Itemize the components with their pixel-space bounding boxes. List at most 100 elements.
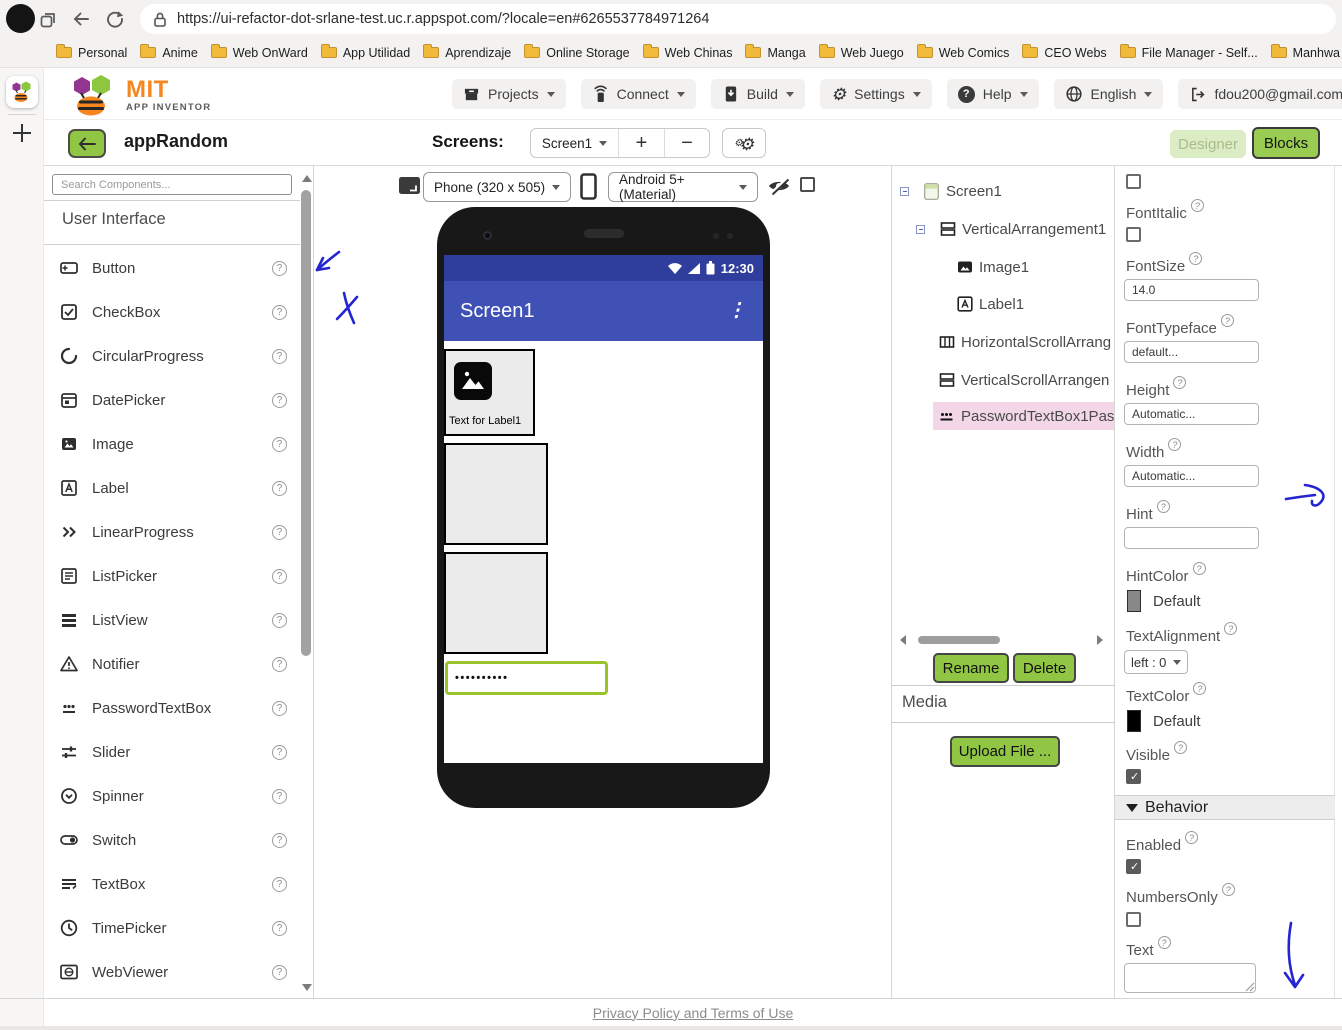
- tree-item-verticalarrangement1[interactable]: VerticalArrangement1: [892, 216, 1115, 242]
- textcolor-value[interactable]: Default: [1127, 710, 1201, 732]
- horizontal-scroll-arrangement-component[interactable]: [444, 443, 548, 545]
- palette-item-datepicker[interactable]: DatePicker ?: [44, 378, 300, 422]
- delete-button[interactable]: Delete: [1013, 653, 1076, 683]
- app-logo[interactable]: MIT APP INVENTOR: [68, 74, 211, 116]
- phone-size-select[interactable]: Phone (320 x 505): [423, 172, 571, 202]
- help-icon[interactable]: ?: [272, 305, 287, 320]
- remove-screen-button[interactable]: −: [664, 129, 709, 157]
- bookmark-folder[interactable]: CEO Webs: [1022, 46, 1106, 60]
- help-icon[interactable]: ?: [272, 701, 287, 716]
- language-menu[interactable]: English: [1054, 79, 1164, 109]
- bookmark-folder[interactable]: Personal: [56, 46, 127, 60]
- help-icon[interactable]: ?: [272, 569, 287, 584]
- help-icon[interactable]: ?: [1222, 883, 1235, 896]
- label-component[interactable]: Text for Label1: [449, 415, 521, 427]
- android-version-select[interactable]: Android 5+ (Material): [608, 172, 758, 202]
- fonttypeface-input[interactable]: [1124, 341, 1259, 363]
- account-menu[interactable]: fdou200@gmail.com: [1178, 79, 1342, 109]
- profile-avatar[interactable]: [6, 4, 35, 33]
- rename-button[interactable]: Rename: [933, 653, 1009, 683]
- help-icon[interactable]: ?: [272, 261, 287, 276]
- tree-item-label1[interactable]: Label1: [892, 291, 1115, 317]
- fontbold-checkbox[interactable]: [1126, 174, 1141, 189]
- visible-checkbox[interactable]: [1126, 769, 1141, 784]
- bookmark-folder[interactable]: Web Comics: [917, 46, 1010, 60]
- palette-item-webviewer[interactable]: WebViewer ?: [44, 950, 300, 994]
- palette-item-notifier[interactable]: Notifier ?: [44, 642, 300, 686]
- tab-groups-icon[interactable]: [38, 9, 58, 29]
- image-component[interactable]: [454, 362, 492, 400]
- components-scrollbar[interactable]: [892, 633, 1115, 647]
- textalignment-select[interactable]: left : 0: [1124, 650, 1188, 674]
- scroll-down-icon[interactable]: [302, 984, 312, 991]
- help-icon[interactable]: ?: [1224, 622, 1237, 635]
- help-icon[interactable]: ?: [1185, 831, 1198, 844]
- bookmark-folder[interactable]: Manga: [745, 46, 805, 60]
- help-icon[interactable]: ?: [1157, 500, 1170, 513]
- text-textarea[interactable]: [1124, 963, 1256, 993]
- help-icon[interactable]: ?: [1158, 936, 1171, 949]
- bookmark-folder[interactable]: Web Juego: [819, 46, 904, 60]
- palette-item-switch[interactable]: Switch ?: [44, 818, 300, 862]
- fontitalic-checkbox[interactable]: [1126, 227, 1141, 242]
- back-to-projects-button[interactable]: [68, 129, 106, 158]
- help-icon[interactable]: ?: [1173, 376, 1186, 389]
- back-icon[interactable]: [71, 9, 91, 29]
- tree-item-passwordtextbox1[interactable]: PasswordTextBox1Pass: [933, 402, 1115, 430]
- bookmark-folder[interactable]: App Utilidad: [321, 46, 410, 60]
- active-browser-tab[interactable]: [6, 76, 38, 108]
- behavior-section-header[interactable]: Behavior: [1115, 795, 1335, 820]
- vertical-arrangement-component[interactable]: Text for Label1: [444, 349, 535, 436]
- connect-menu[interactable]: Connect: [581, 79, 696, 109]
- help-icon[interactable]: ?: [272, 349, 287, 364]
- bookmark-folder[interactable]: Web Chinas: [643, 46, 733, 60]
- privacy-policy-link[interactable]: Privacy Policy and Terms of Use: [593, 1005, 793, 1021]
- help-icon[interactable]: ?: [272, 525, 287, 540]
- add-screen-button[interactable]: +: [619, 129, 664, 157]
- palette-item-linearprogress[interactable]: LinearProgress ?: [44, 510, 300, 554]
- bookmark-folder[interactable]: Aprendizaje: [423, 46, 511, 60]
- scroll-right-icon[interactable]: [1097, 635, 1103, 645]
- palette-scrollbar-thumb[interactable]: [301, 190, 311, 656]
- settings-menu[interactable]: Settings: [820, 79, 932, 109]
- help-icon[interactable]: ?: [272, 789, 287, 804]
- vertical-scroll-arrangement-component[interactable]: [444, 552, 548, 654]
- help-icon[interactable]: ?: [272, 657, 287, 672]
- tree-item-image1[interactable]: Image1: [892, 254, 1115, 280]
- help-icon[interactable]: ?: [272, 481, 287, 496]
- fontsize-input[interactable]: [1124, 279, 1259, 301]
- help-menu[interactable]: ? Help: [947, 79, 1039, 109]
- palette-item-spinner[interactable]: Spinner ?: [44, 774, 300, 818]
- help-icon[interactable]: ?: [272, 965, 287, 980]
- help-icon[interactable]: ?: [272, 745, 287, 760]
- palette-item-textbox[interactable]: TextBox ?: [44, 862, 300, 906]
- collapse-icon[interactable]: [916, 225, 925, 234]
- palette-item-label[interactable]: Label ?: [44, 466, 300, 510]
- bookmark-folder[interactable]: Online Storage: [524, 46, 629, 60]
- palette-item-listview[interactable]: ListView ?: [44, 598, 300, 642]
- help-icon[interactable]: ?: [1221, 314, 1234, 327]
- designer-toggle-button[interactable]: Designer: [1170, 130, 1246, 158]
- hint-input[interactable]: [1124, 527, 1259, 549]
- resize-handle-icon[interactable]: [1245, 982, 1255, 992]
- numbersonly-checkbox[interactable]: [1126, 912, 1141, 927]
- tree-item-verticalscrollarrangement1[interactable]: VerticalScrollArrangen: [892, 367, 1115, 393]
- scroll-up-icon[interactable]: [302, 175, 312, 182]
- help-icon[interactable]: ?: [1189, 252, 1202, 265]
- bookmark-folder[interactable]: File Manager - Self...: [1120, 46, 1258, 60]
- viewer-checkbox[interactable]: [800, 177, 815, 192]
- hintcolor-value[interactable]: Default: [1127, 590, 1201, 612]
- palette-item-listpicker[interactable]: ListPicker ?: [44, 554, 300, 598]
- components-scrollbar-thumb[interactable]: [918, 636, 1000, 644]
- bookmark-folder[interactable]: Anime: [140, 46, 197, 60]
- enabled-checkbox[interactable]: [1126, 859, 1141, 874]
- width-input[interactable]: [1124, 465, 1259, 487]
- palette-item-button[interactable]: Button ?: [44, 246, 300, 290]
- help-icon[interactable]: ?: [1168, 438, 1181, 451]
- help-icon[interactable]: ?: [1193, 682, 1206, 695]
- scroll-left-icon[interactable]: [900, 635, 906, 645]
- palette-item-checkbox[interactable]: CheckBox ?: [44, 290, 300, 334]
- height-input[interactable]: [1124, 403, 1259, 425]
- screen-select[interactable]: Screen1: [531, 129, 619, 157]
- help-icon[interactable]: ?: [272, 921, 287, 936]
